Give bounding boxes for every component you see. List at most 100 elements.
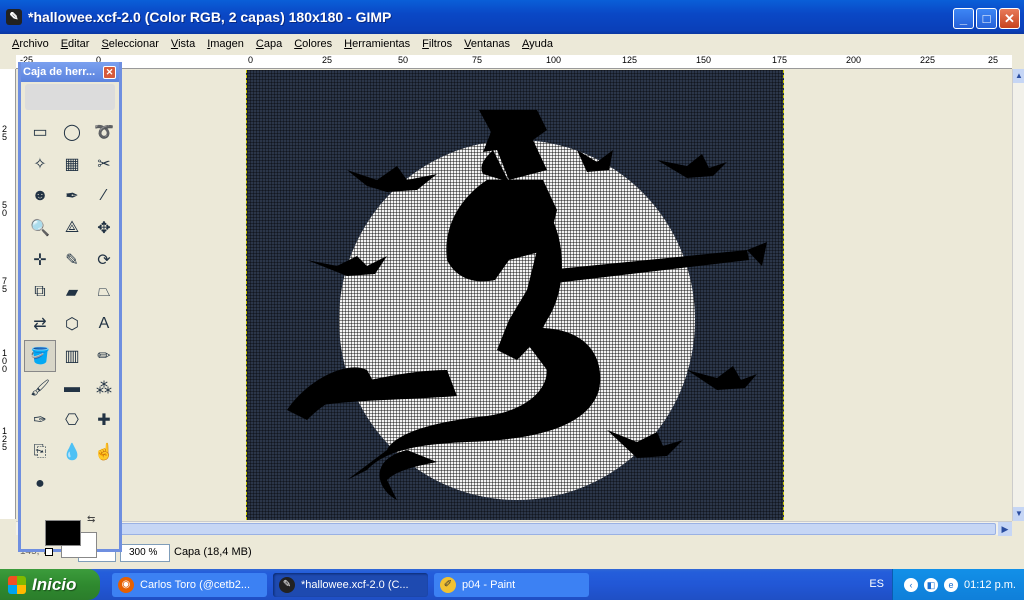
airbrush-icon[interactable]: ⁂ [88, 372, 120, 404]
horizontal-scrollbar[interactable]: ▶ [16, 521, 1012, 536]
menu-capa[interactable]: Capa [250, 38, 288, 50]
menu-herramientas[interactable]: Herramientas [338, 38, 416, 50]
statusbar: 145, 72 px 300 % Capa (18,4 MB) [0, 536, 1024, 566]
ruler-label: 5 0 [2, 200, 8, 218]
windows-flag-icon [8, 575, 26, 594]
taskbar: Inicio ◉ Carlos Toro (@cetb2... ✎ *hallo… [0, 569, 1024, 600]
ruler-label: 2 5 [2, 124, 8, 142]
menu-archivo[interactable]: Archivo [6, 38, 55, 50]
close-button[interactable]: ✕ [999, 8, 1020, 29]
perspective-icon[interactable]: ⏢ [88, 276, 120, 308]
ruler-label: 225 [920, 55, 936, 65]
color-picker-icon[interactable]: ⁄ [88, 180, 120, 212]
gimp-icon: ✎ [6, 9, 22, 25]
ruler-label: 175 [772, 55, 788, 65]
zoom-icon[interactable]: 🔍 [24, 212, 56, 244]
move-icon[interactable]: ✥ [88, 212, 120, 244]
menu-colores[interactable]: Colores [288, 38, 338, 50]
reset-colors-icon[interactable] [45, 548, 53, 556]
menu-seleccionar[interactable]: Seleccionar [95, 38, 164, 50]
smudge-icon[interactable]: ☝ [88, 436, 120, 468]
menu-imagen[interactable]: Imagen [201, 38, 250, 50]
network-icon[interactable]: ◧ [924, 577, 939, 592]
ruler-label: 50 [398, 55, 409, 65]
menu-vista[interactable]: Vista [165, 38, 201, 50]
ruler-label: 1 0 0 [2, 348, 8, 374]
toolbox-window: Caja de herr... ✕ ▭ ◯ ➰ ✧ ▦ ✂ ☻ ✒ ⁄ 🔍 ⟁ ✥ ✛ ✎ ⟳ ⧉ ▰ ⏢ ⇄ ⬡ A 🪣… [18, 62, 122, 558]
task-label: *hallowee.xcf-2.0 (C... [301, 578, 409, 591]
crop-icon[interactable]: ✎ [56, 244, 88, 276]
ie-icon[interactable]: e [944, 577, 959, 592]
toolbox-titlebar[interactable]: Caja de herr... ✕ [21, 62, 119, 82]
menu-filtros[interactable]: Filtros [416, 38, 458, 50]
scroll-thumb[interactable] [116, 523, 996, 535]
ruler-label: 150 [696, 55, 712, 65]
ruler-label: 125 [622, 55, 638, 65]
color-select-icon[interactable]: ▦ [56, 148, 88, 180]
ink-icon[interactable]: ✑ [24, 404, 56, 436]
rect-select-icon[interactable]: ▭ [24, 116, 56, 148]
blend-icon[interactable]: ▥ [56, 340, 88, 372]
ruler-label: 25 [988, 55, 999, 65]
ruler-vertical[interactable]: 2 5 5 0 7 5 1 0 0 1 2 5 [0, 69, 16, 519]
clock[interactable]: 01:12 p.m. [964, 579, 1016, 591]
eraser-icon[interactable]: ▬ [56, 372, 88, 404]
minimize-button[interactable]: _ [953, 8, 974, 29]
bucket-fill-icon[interactable]: 🪣 [24, 340, 56, 372]
tool-grid: ▭ ◯ ➰ ✧ ▦ ✂ ☻ ✒ ⁄ 🔍 ⟁ ✥ ✛ ✎ ⟳ ⧉ ▰ ⏢ ⇄ ⬡ A 🪣 ▥ ✏ 🖌 ▬ ⁂ ✑ ⎔ ✚ ⎘ 💧 ☝ ● [21, 112, 119, 504]
language-indicator[interactable]: ES [869, 578, 884, 590]
ellipse-select-icon[interactable]: ◯ [56, 116, 88, 148]
scroll-right-icon[interactable]: ▶ [998, 522, 1012, 536]
ruler-label: 25 [322, 55, 333, 65]
menu-editar[interactable]: Editar [55, 38, 96, 50]
task-label: p04 - Paint [462, 578, 516, 591]
canvas-area[interactable] [16, 69, 1012, 521]
color-area: ⇆ [21, 506, 119, 558]
window-titlebar[interactable]: ✎ *hallowee.xcf-2.0 (Color RGB, 2 capas)… [0, 0, 1024, 34]
task-paint[interactable]: ✐ p04 - Paint [434, 572, 589, 597]
ruler-horizontal[interactable]: -25 0 0 25 50 75 100 125 150 175 200 225… [16, 55, 1012, 69]
paths-icon[interactable]: ✒ [56, 180, 88, 212]
shear-icon[interactable]: ▰ [56, 276, 88, 308]
system-tray: ‹ ◧ e 01:12 p.m. [892, 569, 1024, 600]
firefox-icon: ◉ [118, 576, 134, 593]
clone-icon[interactable]: ⎔ [56, 404, 88, 436]
swap-colors-icon[interactable]: ⇆ [87, 514, 95, 525]
toolbox-close-icon[interactable]: ✕ [103, 66, 116, 79]
blur-icon[interactable]: 💧 [56, 436, 88, 468]
rotate-icon[interactable]: ⟳ [88, 244, 120, 276]
align-icon[interactable]: ✛ [24, 244, 56, 276]
image-canvas[interactable] [246, 70, 784, 520]
task-label: Carlos Toro (@cetb2... [140, 578, 251, 591]
task-gimp[interactable]: ✎ *hallowee.xcf-2.0 (C... [273, 572, 428, 597]
task-firefox[interactable]: ◉ Carlos Toro (@cetb2... [112, 572, 267, 597]
scroll-down-icon[interactable]: ▼ [1013, 507, 1024, 521]
tray-arrow-icon[interactable]: ‹ [904, 577, 919, 592]
window-title: *hallowee.xcf-2.0 (Color RGB, 2 capas) 1… [28, 9, 392, 25]
scissors-icon[interactable]: ✂ [88, 148, 120, 180]
scale-icon[interactable]: ⧉ [24, 276, 56, 308]
fuzzy-select-icon[interactable]: ✧ [24, 148, 56, 180]
start-label: Inicio [32, 574, 77, 594]
scroll-up-icon[interactable]: ▲ [1013, 69, 1024, 83]
menu-ayuda[interactable]: Ayuda [516, 38, 559, 50]
paintbrush-icon[interactable]: 🖌 [24, 372, 56, 404]
witch-silhouette [287, 110, 767, 500]
dodge-burn-icon[interactable]: ● [24, 468, 56, 500]
maximize-button[interactable]: □ [976, 8, 997, 29]
zoom-select[interactable]: 300 % [120, 544, 170, 562]
perspective-clone-icon[interactable]: ⎘ [24, 436, 56, 468]
cage-icon[interactable]: ⬡ [56, 308, 88, 340]
flip-icon[interactable]: ⇄ [24, 308, 56, 340]
heal-icon[interactable]: ✚ [88, 404, 120, 436]
measure-icon[interactable]: ⟁ [56, 212, 88, 244]
start-button[interactable]: Inicio [0, 569, 100, 600]
vertical-scrollbar[interactable]: ▲ ▼ [1012, 69, 1024, 521]
lasso-icon[interactable]: ➰ [88, 116, 120, 148]
ruler-label: 0 [248, 55, 254, 65]
foreground-color[interactable] [45, 520, 81, 546]
pencil-icon[interactable]: ✏ [88, 340, 120, 372]
menu-ventanas[interactable]: Ventanas [458, 38, 516, 50]
foreground-select-icon[interactable]: ☻ [24, 180, 56, 212]
text-icon[interactable]: A [88, 308, 120, 340]
